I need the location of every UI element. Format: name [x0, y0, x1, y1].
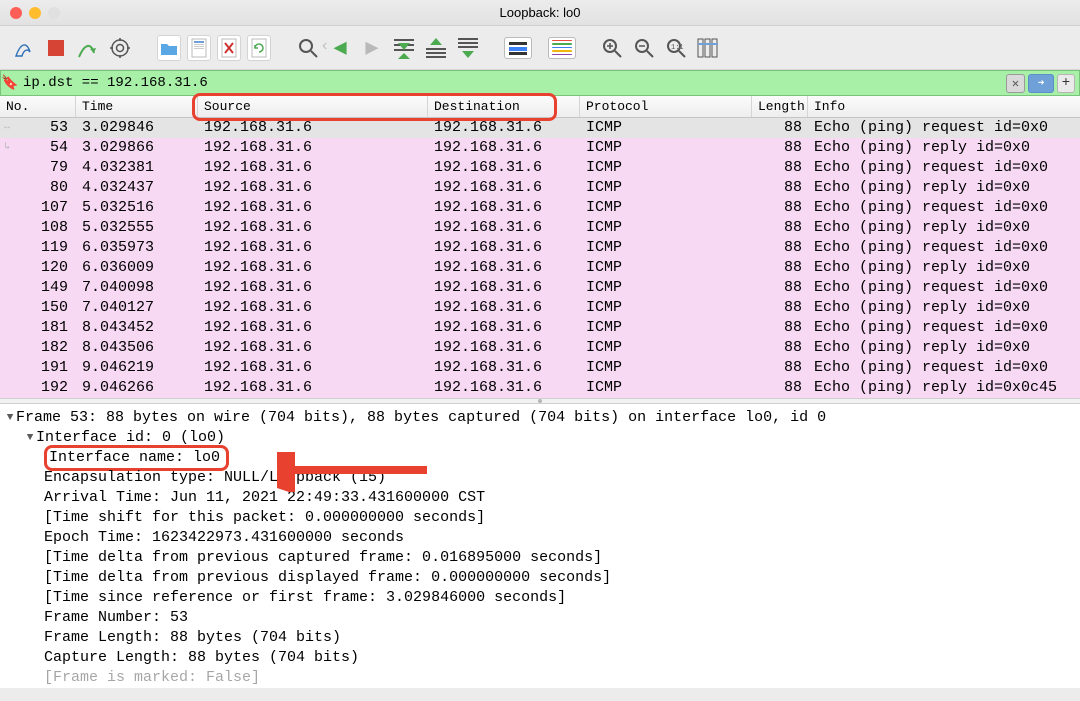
detail-frame[interactable]: Frame 53: 88 bytes on wire (704 bits), 8… [16, 408, 826, 428]
restart-capture-button[interactable] [74, 34, 102, 62]
titlebar: Loopback: lo0 [0, 0, 1080, 26]
zoom-reset-button[interactable]: 1:1 [662, 34, 690, 62]
detail-marked[interactable]: [Frame is marked: False] [44, 668, 260, 688]
column-length[interactable]: Length [752, 96, 808, 117]
jump-to-button[interactable] [390, 34, 418, 62]
traffic-lights [10, 7, 60, 19]
detail-delta-disp[interactable]: [Time delta from previous displayed fram… [44, 568, 611, 588]
related-packet-gutter: ↔↳ [0, 118, 14, 158]
go-back-button[interactable]: ◀ [326, 34, 354, 62]
table-row[interactable]: 1919.046219192.168.31.6192.168.31.6ICMP8… [0, 358, 1080, 378]
save-file-button[interactable] [187, 35, 211, 61]
table-row[interactable]: 1497.040098192.168.31.6192.168.31.6ICMP8… [0, 278, 1080, 298]
column-no[interactable]: No. [0, 96, 76, 117]
resize-columns-button[interactable] [694, 34, 722, 62]
go-last-button[interactable] [454, 34, 482, 62]
detail-encap[interactable]: Encapsulation type: NULL/Loopback (15) [44, 468, 386, 488]
detail-epoch[interactable]: Epoch Time: 1623422973.431600000 seconds [44, 528, 404, 548]
autoscroll-button[interactable] [504, 37, 532, 59]
svg-text:1:1: 1:1 [671, 44, 684, 52]
table-row[interactable]: 1818.043452192.168.31.6192.168.31.6ICMP8… [0, 318, 1080, 338]
table-row[interactable]: 1828.043506192.168.31.6192.168.31.6ICMP8… [0, 338, 1080, 358]
go-forward-button[interactable]: ▶ [358, 34, 386, 62]
detail-interface-name[interactable]: Interface name: lo0 [49, 449, 220, 466]
find-packet-button[interactable] [294, 34, 322, 62]
maximize-window-button[interactable] [48, 7, 60, 19]
main-toolbar: ◀ ▶ 1:1 [0, 26, 1080, 70]
table-row[interactable]: 1196.035973192.168.31.6192.168.31.6ICMP8… [0, 238, 1080, 258]
detail-arrival[interactable]: Arrival Time: Jun 11, 2021 22:49:33.4316… [44, 488, 485, 508]
packet-list-header: No. Time Source Destination Protocol Len… [0, 96, 1080, 118]
add-filter-button[interactable]: + [1057, 74, 1075, 93]
display-filter-bar: 🔖 ✕ ➜ + [0, 70, 1080, 96]
detail-delta-cap[interactable]: [Time delta from previous captured frame… [44, 548, 602, 568]
detail-since-ref[interactable]: [Time since reference or first frame: 3.… [44, 588, 566, 608]
detail-frame-no[interactable]: Frame Number: 53 [44, 608, 188, 628]
detail-cap-len[interactable]: Capture Length: 88 bytes (704 bits) [44, 648, 359, 668]
close-file-button[interactable] [217, 35, 241, 61]
table-row[interactable]: 1929.046266192.168.31.6192.168.31.6ICMP8… [0, 378, 1080, 398]
apply-filter-button[interactable]: ➜ [1028, 74, 1054, 93]
zoom-out-button[interactable] [630, 34, 658, 62]
go-first-button[interactable] [422, 34, 450, 62]
column-info[interactable]: Info [808, 96, 1080, 117]
table-row[interactable]: 543.029866192.168.31.6192.168.31.6ICMP88… [0, 138, 1080, 158]
stop-capture-button[interactable] [42, 34, 70, 62]
window-title: Loopback: lo0 [500, 5, 581, 20]
open-file-button[interactable] [157, 35, 181, 61]
bookmark-icon[interactable]: 🔖 [1, 75, 19, 92]
packet-details-pane[interactable]: ▼Frame 53: 88 bytes on wire (704 bits), … [0, 404, 1080, 688]
capture-options-button[interactable] [106, 34, 134, 62]
reload-file-button[interactable] [247, 35, 271, 61]
detail-frame-len[interactable]: Frame Length: 88 bytes (704 bits) [44, 628, 341, 648]
table-row[interactable]: 1075.032516192.168.31.6192.168.31.6ICMP8… [0, 198, 1080, 218]
column-time[interactable]: Time [76, 96, 198, 117]
column-protocol[interactable]: Protocol [580, 96, 752, 117]
detail-timeshift[interactable]: [Time shift for this packet: 0.000000000… [44, 508, 485, 528]
colorize-button[interactable] [548, 37, 576, 59]
minimize-window-button[interactable] [29, 7, 41, 19]
display-filter-input[interactable] [19, 75, 1006, 91]
packet-list[interactable]: 533.029846192.168.31.6192.168.31.6ICMP88… [0, 118, 1080, 398]
close-window-button[interactable] [10, 7, 22, 19]
table-row[interactable]: 1507.040127192.168.31.6192.168.31.6ICMP8… [0, 298, 1080, 318]
table-row[interactable]: 533.029846192.168.31.6192.168.31.6ICMP88… [0, 118, 1080, 138]
column-destination[interactable]: Destination [428, 96, 580, 117]
zoom-in-button[interactable] [598, 34, 626, 62]
clear-filter-button[interactable]: ✕ [1006, 74, 1025, 93]
table-row[interactable]: 804.032437192.168.31.6192.168.31.6ICMP88… [0, 178, 1080, 198]
table-row[interactable]: 794.032381192.168.31.6192.168.31.6ICMP88… [0, 158, 1080, 178]
table-row[interactable]: 1085.032555192.168.31.6192.168.31.6ICMP8… [0, 218, 1080, 238]
column-source[interactable]: Source [198, 96, 428, 117]
shark-fin-icon[interactable] [10, 34, 38, 62]
table-row[interactable]: 1206.036009192.168.31.6192.168.31.6ICMP8… [0, 258, 1080, 278]
